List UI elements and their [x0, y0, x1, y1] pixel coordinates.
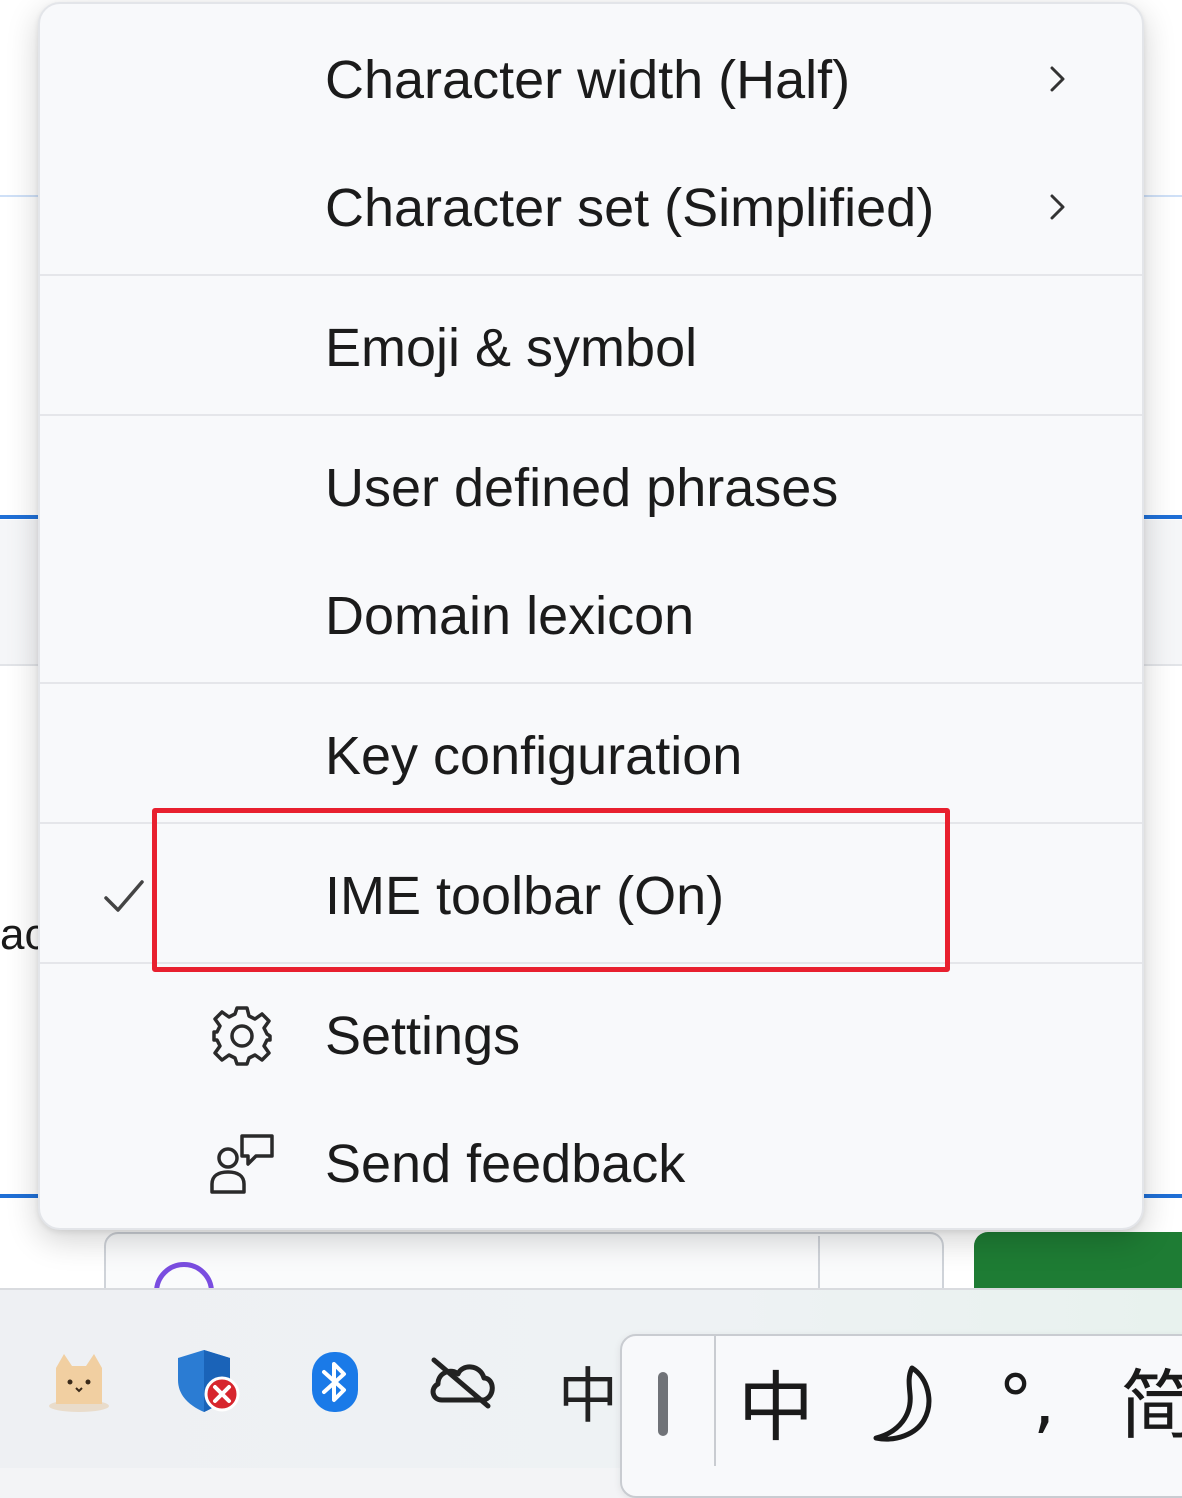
onedrive-offline-icon[interactable] — [426, 1352, 498, 1412]
background-button-divider — [818, 1236, 820, 1290]
chevron-right-icon — [1050, 66, 1065, 92]
cat-app-icon[interactable] — [44, 1346, 114, 1416]
checkmark-icon — [104, 880, 144, 912]
ime-context-menu: Character width (Half) Character set (Si… — [38, 2, 1144, 1230]
menu-item-character-set[interactable]: Character set (Simplified) — [40, 144, 1142, 272]
menu-item-user-defined-phrases[interactable]: User defined phrases — [40, 424, 1142, 552]
menu-item-ime-toolbar[interactable]: IME toolbar (On) — [40, 832, 1142, 960]
bluetooth-icon[interactable] — [310, 1350, 360, 1414]
menu-item-character-width[interactable]: Character width (Half) — [40, 16, 1142, 144]
windows-security-alert-icon[interactable] — [174, 1346, 244, 1416]
feedback-icon — [210, 1134, 274, 1194]
menu-item-label: IME toolbar (On) — [325, 866, 725, 926]
menu-separator — [40, 682, 1142, 684]
menu-separator — [40, 822, 1142, 824]
menu-item-label: Character width (Half) — [325, 50, 851, 110]
menu-item-label: Send feedback — [325, 1134, 686, 1194]
menu-item-label: User defined phrases — [325, 458, 839, 518]
chevron-right-icon — [1050, 194, 1065, 220]
ime-toolbar-separator — [714, 1336, 716, 1466]
ime-toolbar-drag-handle[interactable] — [658, 1372, 668, 1436]
ime-punctuation-button[interactable]: °, — [998, 1366, 1055, 1436]
menu-item-send-feedback[interactable]: Send feedback — [40, 1100, 1142, 1228]
menu-item-settings[interactable]: Settings — [40, 972, 1142, 1100]
menu-item-label: Key configuration — [325, 726, 743, 786]
ime-chinese-mode-button[interactable]: 中 — [738, 1370, 814, 1446]
menu-item-emoji-symbol[interactable]: Emoji & symbol — [40, 284, 1142, 412]
menu-item-label: Settings — [325, 1006, 521, 1066]
gear-icon — [212, 1006, 272, 1066]
menu-separator — [40, 962, 1142, 964]
menu-separator — [40, 414, 1142, 416]
half-width-moon-icon[interactable] — [866, 1362, 950, 1446]
menu-item-label: Character set (Simplified) — [325, 178, 935, 238]
menu-item-label: Emoji & symbol — [325, 318, 698, 378]
ime-charset-button[interactable]: 简 — [1120, 1368, 1182, 1444]
menu-item-key-configuration[interactable]: Key configuration — [40, 692, 1142, 820]
menu-item-domain-lexicon[interactable]: Domain lexicon — [40, 552, 1142, 680]
menu-item-label: Domain lexicon — [325, 586, 695, 646]
ime-mode-indicator[interactable]: 中 — [558, 1348, 618, 1435]
menu-separator — [40, 274, 1142, 276]
